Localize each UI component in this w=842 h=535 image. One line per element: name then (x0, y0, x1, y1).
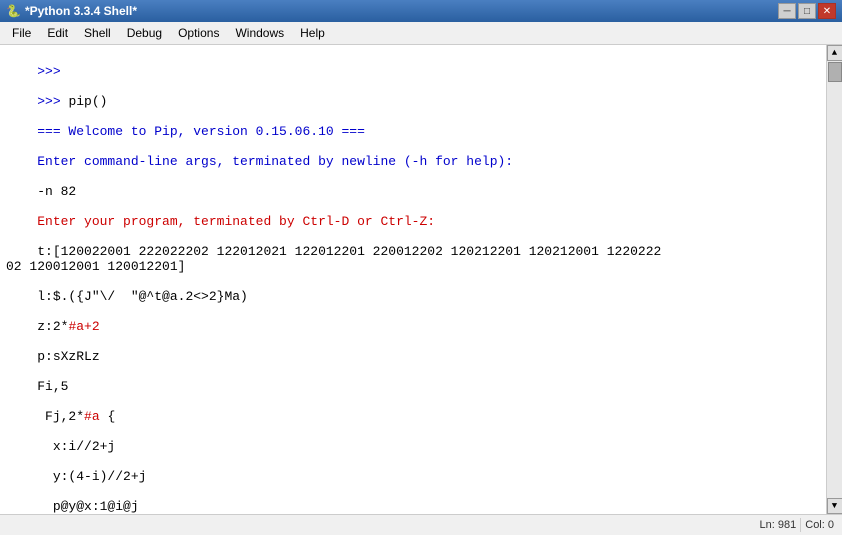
scroll-track[interactable] (827, 61, 842, 498)
maximize-button[interactable]: □ (798, 3, 816, 19)
pip-call: pip() (68, 94, 107, 109)
menu-shell[interactable]: Shell (76, 24, 119, 42)
output-line-5: -n 82 (37, 184, 76, 199)
menu-edit[interactable]: Edit (39, 24, 76, 42)
output-line-2: >>> (37, 94, 68, 109)
output-line-14: y:(4-i)//2+j (37, 469, 146, 484)
status-separator (800, 518, 801, 532)
output-line-6: Enter your program, terminated by Ctrl-D… (37, 214, 435, 229)
output-line-1: >>> (37, 64, 68, 79)
output-line-10: p:sXzRLz (37, 349, 99, 364)
menu-windows[interactable]: Windows (227, 24, 292, 42)
line-number: Ln: 981 (760, 519, 797, 531)
output-line-15: p@y@x:1@i@j (37, 499, 138, 514)
menu-help[interactable]: Help (292, 24, 333, 42)
shell-output[interactable]: >>> >>> pip() === Welcome to Pip, versio… (0, 45, 826, 514)
output-line-4: Enter command-line args, terminated by n… (37, 154, 513, 169)
window-title: *Python 3.3.4 Shell* (25, 4, 137, 18)
minimize-button[interactable]: ─ (778, 3, 796, 19)
output-line-3: === Welcome to Pip, version 0.15.06.10 =… (37, 124, 365, 139)
menu-bar: File Edit Shell Debug Options Windows He… (0, 22, 842, 45)
app-icon: 🐍 (6, 4, 21, 18)
scroll-up-button[interactable]: ▲ (827, 45, 842, 61)
window-controls: ─ □ ✕ (778, 3, 836, 19)
scroll-thumb[interactable] (828, 62, 842, 82)
menu-options[interactable]: Options (170, 24, 227, 42)
scroll-down-button[interactable]: ▼ (827, 498, 842, 514)
menu-debug[interactable]: Debug (119, 24, 170, 42)
col-number: Col: 0 (805, 519, 834, 531)
output-line-8: l:$.({J"\/ "@^t@a.2<>2}Ma) (37, 289, 248, 304)
scrollbar[interactable]: ▲ ▼ (826, 45, 842, 514)
status-bar: Ln: 981 Col: 0 (0, 514, 842, 534)
close-button[interactable]: ✕ (818, 3, 836, 19)
output-line-13: x:i//2+j (37, 439, 115, 454)
menu-file[interactable]: File (4, 24, 39, 42)
output-line-9b: #a+2 (68, 319, 99, 334)
output-line-12: Fj,2* (37, 409, 84, 424)
shell-container: >>> >>> pip() === Welcome to Pip, versio… (0, 45, 842, 514)
title-bar: 🐍 *Python 3.3.4 Shell* ─ □ ✕ (0, 0, 842, 22)
output-line-7: t:[120022001 222022202 122012021 1220122… (6, 244, 661, 274)
output-line-9: z:2* (37, 319, 68, 334)
output-line-12c: { (100, 409, 116, 424)
output-line-12b: #a (84, 409, 100, 424)
output-line-11: Fi,5 (37, 379, 68, 394)
